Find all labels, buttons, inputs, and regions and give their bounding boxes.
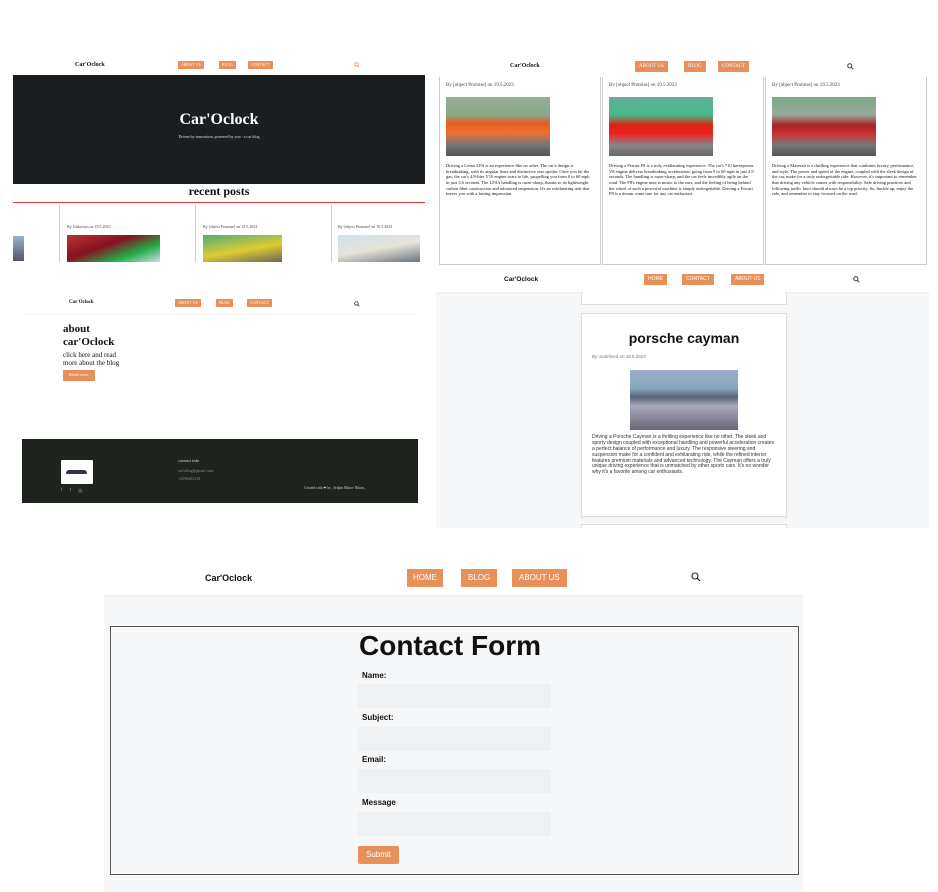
top-nav: Car'Oclock ABOUT US BLOG CONTACT [13,57,425,75]
post-text: Driving a Ferrari F8 is a truly exhilara… [609,163,754,197]
nav-contact-button[interactable]: CONTACT [682,274,714,285]
email-label: Email: [362,755,387,764]
brand-logo[interactable]: Car'Oclock [75,62,105,68]
post-card[interactable]: By [object Promise] on 19.5.2023 Driving… [439,77,601,265]
ferrari-f8-image [609,97,713,156]
nav-home-button[interactable]: HOME [644,274,667,285]
post-meta: By [object Promise] on 19.5.2023 [446,83,514,88]
facebook-icon[interactable]: f [61,488,63,494]
nav-about-button[interactable]: ABOUT US [731,274,765,285]
panel-about: Car'Oclock ABOUT US BLOG CONTACT about c… [22,293,418,503]
social-icons: f t ◎ [61,488,82,494]
search-icon[interactable] [853,276,860,283]
read-more-button[interactable]: Read more [63,370,95,381]
nav-blog-button[interactable]: BLOG [684,61,706,72]
panel-article: Car'Oclock HOME CONTACT ABOUT US porsche… [436,268,929,528]
recent-posts-heading: recent posts [188,184,250,198]
post-card[interactable]: By [object Promise] on 19.5.2023 [333,205,425,262]
about-text-line2: more about the blog [63,359,120,367]
post-card[interactable]: By [object Promise] on 19.5.2023 [197,205,332,262]
nav-about-button[interactable]: ABOUT US [178,61,204,69]
search-icon[interactable] [691,572,701,582]
search-icon[interactable] [354,62,360,68]
post-card[interactable]: By Unknown on 19.5.2023 [61,205,196,262]
hero-banner: Car'Oclock Driven by innovation, powered… [13,75,425,184]
message-field[interactable] [358,812,551,836]
contact-phone: +4598462158 [178,476,201,481]
brand-logo[interactable]: Car'Oclock [205,573,252,583]
post-meta: By [object Promise] on 19.5.2023 [772,83,840,88]
nav-blog-button[interactable]: BLOG [216,299,233,307]
nav-about-button[interactable]: ABOUT US [635,61,668,72]
footer-credit: Created with ❤ by , Srdjan Mitrov Nikon.… [304,486,366,490]
post-meta: By Unknown on 19.5.2023 [67,224,111,229]
post-meta: By [object Promise] on 19.5.2023 [203,224,258,229]
article-meta: By undefined on 18.5.2023 [592,354,646,359]
post-card[interactable]: By [object Promise] on 19.5.2023 Driving… [602,77,764,265]
about-text-line1: click here and read [63,351,117,359]
post-image [67,235,160,262]
hero-title: Car'Oclock [179,111,259,128]
about-title-line2: car'Oclock [63,336,115,348]
post-image [338,235,420,262]
hero-subtitle: Driven by innovation, powered by you - a… [178,134,260,139]
top-nav: Car'Oclock HOME CONTACT ABOUT US [436,268,929,292]
lexus-lfa-image [446,97,550,156]
brand-logo[interactable]: Car'Oclock [69,300,94,305]
post-meta: By [object Promise] on 19.5.2023 [338,224,393,229]
article-text: Driving a Porsche Cayman is a thrilling … [592,434,775,476]
nav-blog-button[interactable]: BLOG [461,569,498,587]
name-label: Name: [362,671,387,680]
prev-card-edge [581,292,787,305]
panel-home-hero: Car'Oclock ABOUT US BLOG CONTACT Car'Ocl… [13,57,425,262]
nav-blog-button[interactable]: BLOG [219,61,236,69]
maserati-image [772,97,876,156]
search-icon[interactable] [847,63,854,70]
panel-contact: Car'Oclock HOME BLOG ABOUT US Contact Fo… [104,563,803,892]
panel-posts-grid: Car'Oclock ABOUT US BLOG CONTACT By [obj… [436,57,928,267]
footer: f t ◎ contact info car'oblog@gmail.com +… [22,439,418,503]
contact-form-title: Contact Form [359,630,541,661]
porsche-cayman-image [630,370,738,430]
top-nav: Car'Oclock HOME BLOG ABOUT US [104,563,803,595]
submit-button[interactable]: Submit [358,846,399,864]
contact-heading: contact info [178,458,200,463]
brand-logo[interactable]: Car'Oclock [504,276,538,283]
top-nav: Car'Oclock ABOUT US BLOG CONTACT [22,293,418,313]
article-title: porsche cayman [628,330,740,346]
instagram-icon[interactable]: ◎ [78,488,82,494]
footer-logo [61,460,93,484]
about-title-line1: about [63,323,90,335]
post-text: Driving a Maserati is a thrilling experi… [772,163,917,197]
subject-label: Subject: [362,713,394,722]
nav-home-button[interactable]: HOME [407,569,443,587]
name-field[interactable] [358,684,551,708]
contact-form-box: Contact Form Name: Subject: Email: Messa… [110,626,799,875]
subject-field[interactable] [358,727,551,751]
about-text: click here and read more about the blog [63,351,119,367]
nav-about-button[interactable]: ABOUT US [512,569,567,587]
carousel-edge-card[interactable] [13,205,60,262]
article-card: porsche cayman By undefined on 18.5.2023… [581,313,787,517]
red-divider [13,202,425,203]
nav-contact-button[interactable]: CONTACT [248,61,273,69]
top-nav: Car'Oclock ABOUT US BLOG CONTACT [436,57,928,77]
search-icon[interactable] [354,301,360,307]
nav-contact-button[interactable]: CONTACT [247,299,272,307]
brand-logo[interactable]: Car'Oclock [510,63,540,69]
about-title: about car'Oclock [63,323,114,349]
post-meta: By [object Promise] on 19.5.2023 [609,83,677,88]
email-field[interactable] [358,769,551,793]
nav-contact-button[interactable]: CONTACT [718,61,750,72]
twitter-icon[interactable]: t [70,488,71,494]
message-label: Message [362,798,396,807]
contact-email[interactable]: car'oblog@gmail.com [178,468,213,473]
post-card[interactable]: By [object Promise] on 19.5.2023 Driving… [765,77,927,265]
post-image [203,235,282,262]
car-logo-icon [66,470,87,474]
post-text: Driving a Lexus LFA is an experience lik… [446,163,590,197]
next-card-edge [581,524,787,528]
nav-about-button[interactable]: ABOUT US [175,299,201,307]
